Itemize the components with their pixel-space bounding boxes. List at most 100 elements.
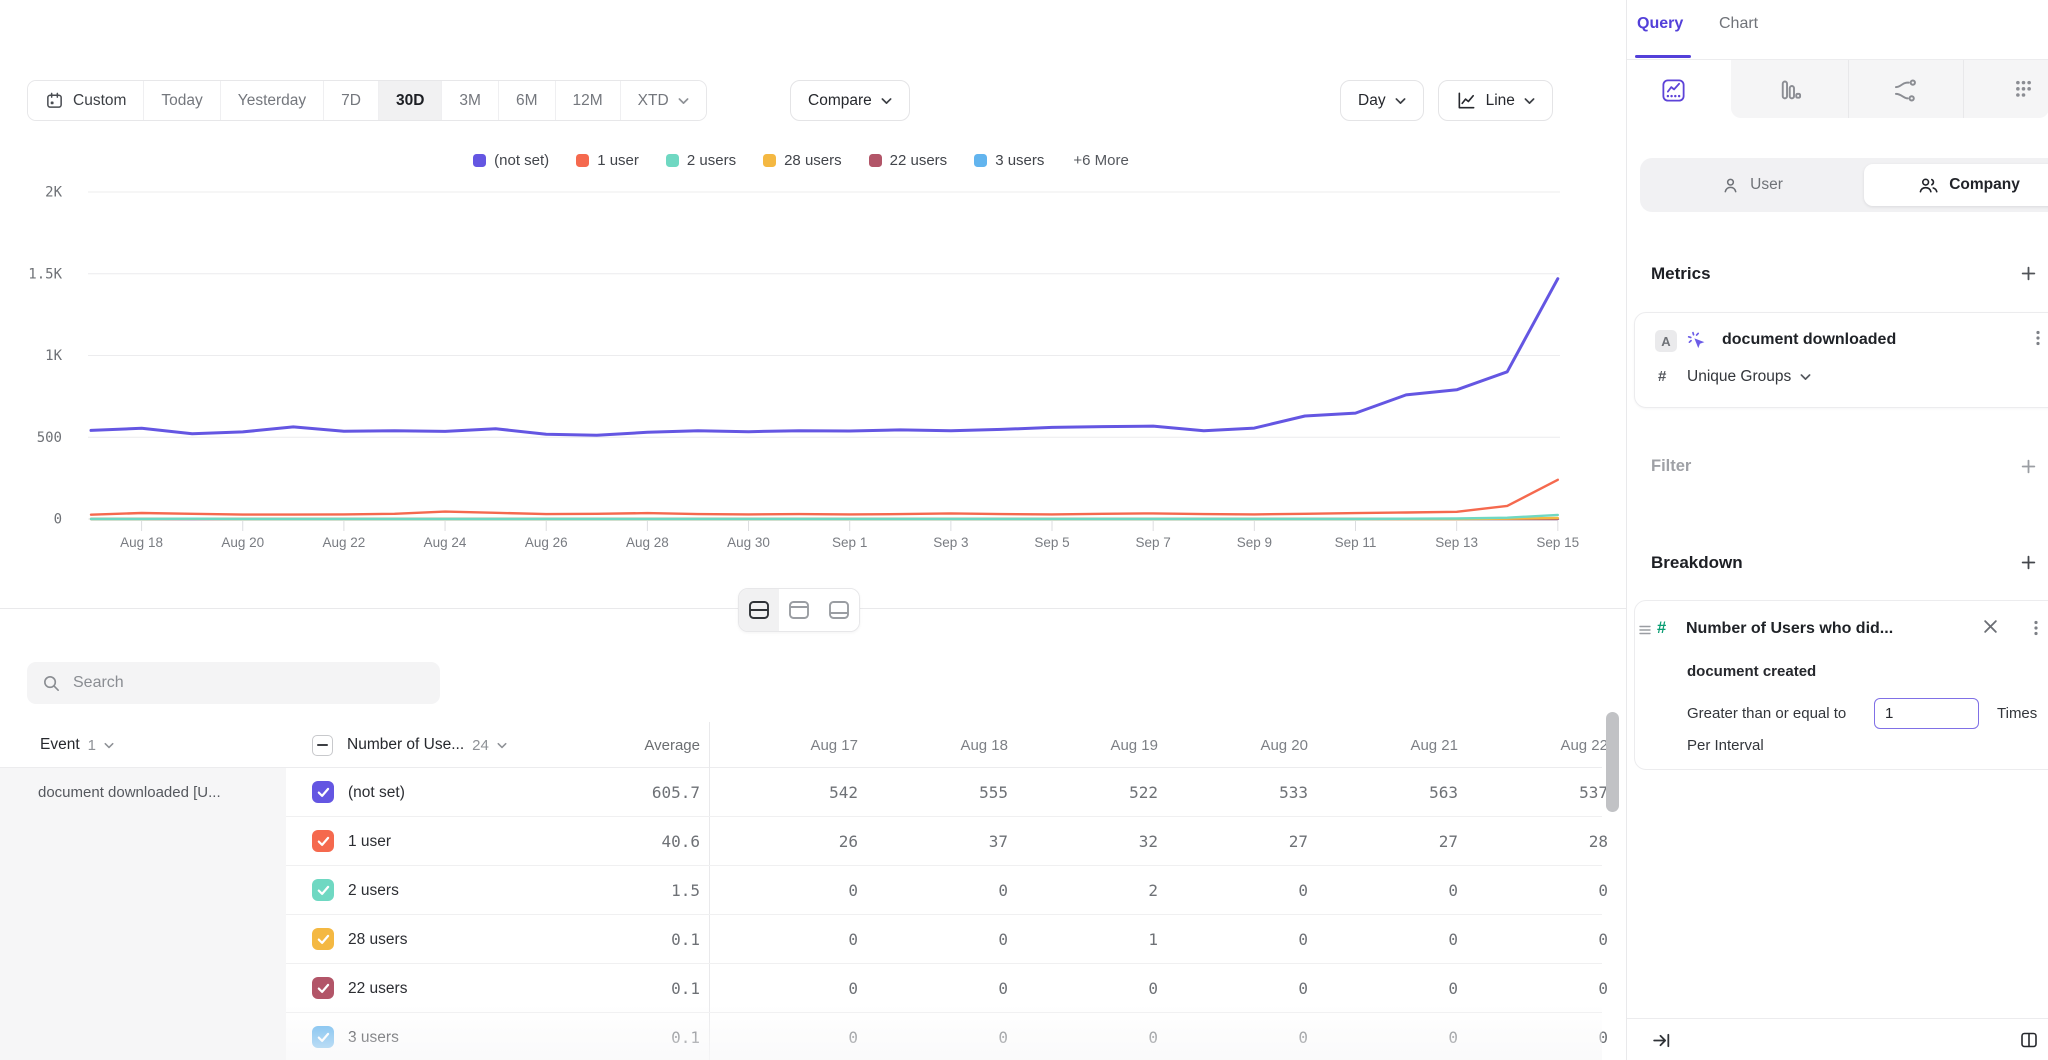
tab-chart[interactable]: Chart: [1719, 15, 1758, 33]
series-line: [91, 480, 1558, 515]
add-filter-button[interactable]: [2017, 455, 2039, 477]
remove-breakdown-button[interactable]: [1983, 619, 1998, 637]
row-checkbox[interactable]: [312, 781, 334, 803]
chart-type-grid-button[interactable]: [2009, 76, 2037, 104]
row-checkbox[interactable]: [312, 928, 334, 950]
x-axis-label: Sep 15: [1536, 535, 1579, 550]
metric-kebab-button[interactable]: [2030, 329, 2046, 350]
table-row: (not set)605.7542555522533563537: [0, 768, 1602, 817]
row-label: 22 users: [348, 964, 407, 1013]
drag-handle-icon[interactable]: [1639, 623, 1651, 638]
collapse-panel-button[interactable]: [1651, 1030, 1672, 1054]
average-header-label: Average: [644, 737, 700, 754]
level-toggle: User Company: [1640, 158, 2048, 212]
value-cell: 0: [1158, 915, 1308, 964]
x-axis-label: Sep 11: [1335, 535, 1377, 550]
range-7d[interactable]: 7D: [324, 81, 379, 120]
layout-split-button[interactable]: [739, 589, 779, 631]
interval-dropdown[interactable]: Day: [1340, 80, 1424, 121]
metric-event-name[interactable]: document downloaded: [1722, 331, 1896, 349]
breakdown-kebab-button[interactable]: [2028, 619, 2044, 640]
table-scrollbar[interactable]: [1606, 712, 1619, 812]
active-tab-underline: [1635, 55, 1691, 58]
row-checkbox[interactable]: [312, 1026, 334, 1048]
range-30d[interactable]: 30D: [379, 81, 442, 120]
date-column-header[interactable]: Aug 17: [708, 722, 858, 768]
level-toggle-user[interactable]: User: [1640, 158, 1864, 212]
level-toggle-company[interactable]: Company: [1864, 164, 2048, 206]
layout-bottom-button[interactable]: [819, 589, 859, 631]
range-12m[interactable]: 12M: [556, 81, 621, 120]
metric-measure-dropdown[interactable]: Unique Groups: [1687, 368, 1811, 386]
range-yesterday[interactable]: Yesterday: [221, 81, 324, 120]
chart-type-line-button[interactable]: [1659, 76, 1687, 104]
row-values: 001000: [708, 915, 1602, 964]
search-input[interactable]: [73, 674, 425, 692]
tab-query[interactable]: Query: [1637, 15, 1683, 33]
value-cell: 0: [1458, 866, 1608, 915]
row-checkbox[interactable]: [312, 977, 334, 999]
metric-card[interactable]: A document downloaded # Unique Groups: [1634, 312, 2048, 408]
range-today[interactable]: Today: [144, 81, 220, 120]
chart-type-separator: [1963, 60, 1964, 118]
range-xtd[interactable]: XTD: [621, 81, 706, 120]
breakdown-property[interactable]: Number of Users who did...: [1686, 620, 1976, 638]
compare-button[interactable]: Compare: [790, 80, 910, 121]
row-checkbox[interactable]: [312, 830, 334, 852]
breakdown-per-interval[interactable]: Per Interval: [1687, 737, 1764, 754]
table-rows: (not set)605.75425555225335635371 user40…: [0, 768, 1602, 1060]
event-column-header[interactable]: Event 1: [40, 722, 114, 768]
breakdown-value-input[interactable]: [1874, 698, 1979, 729]
value-cell: 0: [858, 866, 1008, 915]
breakdown-condition[interactable]: Greater than or equal to: [1687, 705, 1846, 722]
range-3m[interactable]: 3M: [442, 81, 499, 120]
date-column-header[interactable]: Aug 22: [1458, 722, 1608, 768]
layout-top-icon: [788, 600, 810, 620]
date-column-header[interactable]: Aug 19: [1008, 722, 1158, 768]
event-header-label: Event: [40, 736, 80, 754]
kebab-icon: [2028, 619, 2044, 637]
row-values: 000000: [708, 964, 1602, 1013]
chevron-down-icon[interactable]: [497, 742, 507, 749]
toolbar-right-group: Day Line: [1340, 80, 1553, 121]
chart-type-bar-button[interactable]: [1775, 76, 1803, 104]
breakdown-event[interactable]: document created: [1687, 663, 1816, 680]
breakdown-unit: Times: [1997, 705, 2037, 722]
split-panel-button[interactable]: [2019, 1030, 2039, 1053]
x-axis-label: Aug 28: [626, 535, 669, 550]
plus-icon: [2020, 554, 2037, 571]
row-average: 605.7: [540, 768, 700, 817]
value-cell: 0: [1158, 1013, 1308, 1060]
value-cell: 2: [1008, 866, 1158, 915]
y-axis-label: 1.5K: [28, 266, 62, 282]
x-axis-label: Sep 13: [1435, 535, 1478, 550]
range-label: Today: [161, 92, 202, 110]
kebab-icon: [2030, 329, 2046, 347]
value-cell: 0: [1158, 866, 1308, 915]
chart-type-flow-button[interactable]: [1891, 76, 1919, 104]
add-metric-button[interactable]: [2017, 262, 2039, 284]
x-axis-label: Sep 5: [1034, 535, 1069, 550]
date-column-header[interactable]: Aug 20: [1158, 722, 1308, 768]
value-cell: 555: [858, 768, 1008, 817]
range-custom[interactable]: Custom: [28, 81, 144, 120]
range-label: 30D: [396, 92, 424, 110]
range-6m[interactable]: 6M: [499, 81, 556, 120]
range-label: Yesterday: [238, 92, 306, 110]
date-column-header[interactable]: Aug 21: [1308, 722, 1458, 768]
layout-split-icon: [748, 600, 770, 620]
series-line: [91, 279, 1558, 436]
indeterminate-checkbox[interactable]: [312, 735, 333, 756]
average-column-header[interactable]: Average: [540, 722, 700, 768]
layout-bottom-icon: [828, 600, 850, 620]
x-axis-label: Aug 30: [727, 535, 770, 550]
value-cell: 37: [858, 817, 1008, 866]
layout-top-button[interactable]: [779, 589, 819, 631]
row-checkbox[interactable]: [312, 879, 334, 901]
chart-type-dropdown[interactable]: Line: [1438, 80, 1553, 121]
value-cell: 563: [1308, 768, 1458, 817]
date-column-header[interactable]: Aug 18: [858, 722, 1008, 768]
calendar-icon: [45, 91, 64, 110]
panel-footer-border: [1627, 1018, 2048, 1019]
add-breakdown-button[interactable]: [2017, 551, 2039, 573]
